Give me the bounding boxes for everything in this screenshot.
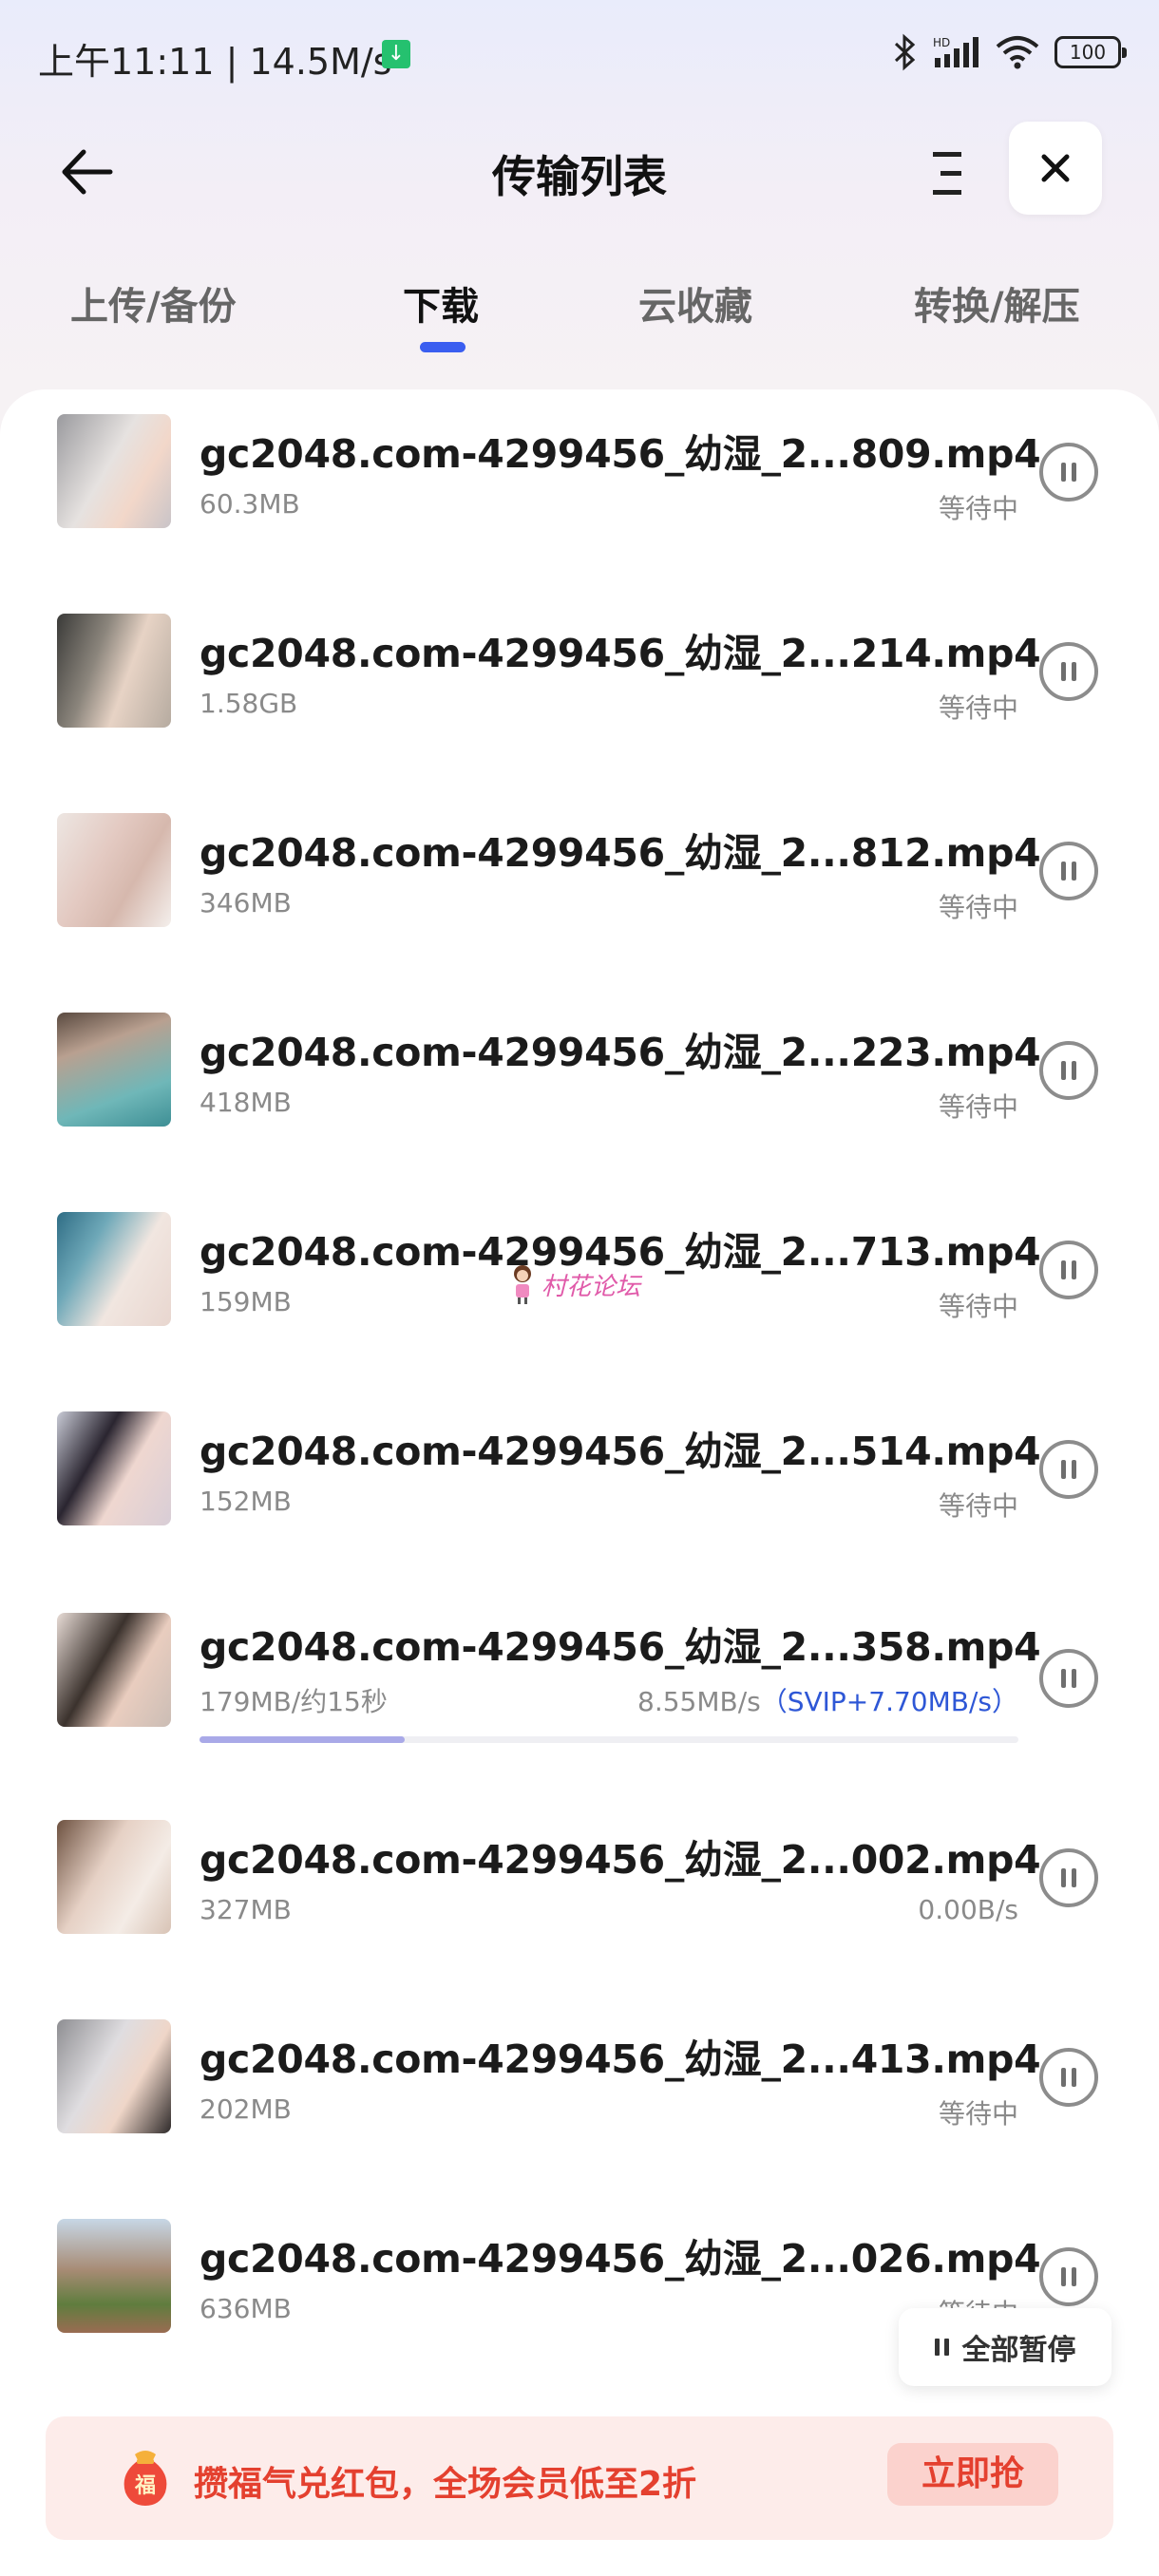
file-size: 159MB <box>200 1286 292 1317</box>
pause-button[interactable] <box>1039 1241 1098 1299</box>
tab-convert-extract[interactable]: 转换/解压 <box>914 275 1080 331</box>
close-icon <box>1041 154 1070 182</box>
download-status: 等待中 <box>938 2098 1018 2130</box>
list-sort-icon <box>933 152 961 195</box>
signal-icon: HD <box>933 36 978 67</box>
pause-button[interactable] <box>1039 642 1098 701</box>
file-size: 60.3MB <box>200 488 300 520</box>
current-speed: 8.55MB/s <box>637 1686 761 1717</box>
avatar-icon <box>514 1265 531 1304</box>
page-title: 传输列表 <box>492 151 667 202</box>
pause-button[interactable] <box>1039 2247 1098 2306</box>
list-item[interactable]: gc2048.com-4299456_幼湿_2...812.mp4 346MB … <box>0 788 1159 988</box>
progress-bar <box>200 1736 1018 1743</box>
pause-button[interactable] <box>1039 842 1098 900</box>
download-status: 等待中 <box>938 1490 1018 1522</box>
download-notification-icon: ↓ <box>382 40 410 68</box>
list-item-downloading[interactable]: gc2048.com-4299456_幼湿_2...358.mp4 179MB/… <box>0 1586 1159 1795</box>
pause-button[interactable] <box>1039 1041 1098 1100</box>
video-thumbnail <box>57 1613 171 1727</box>
pause-button[interactable] <box>1039 1649 1098 1708</box>
download-status: 等待中 <box>938 892 1018 923</box>
video-thumbnail <box>57 813 171 927</box>
grab-now-button[interactable]: 立即抢 <box>887 2443 1058 2506</box>
file-name: gc2048.com-4299456_幼湿_2...223.mp4 <box>200 1030 1041 1075</box>
list-item[interactable]: gc2048.com-4299456_幼湿_2...002.mp4 327MB … <box>0 1795 1159 1995</box>
promo-text: 攒福气兑红包，全场会员低至2折 <box>194 2465 697 2504</box>
file-name: gc2048.com-4299456_幼湿_2...214.mp4 <box>200 631 1041 676</box>
file-size-eta: 179MB/约15秒 <box>200 1686 388 1717</box>
file-size: 202MB <box>200 2093 292 2125</box>
tab-download[interactable]: 下载 <box>403 275 479 331</box>
tab-upload-backup[interactable]: 上传/备份 <box>70 275 237 331</box>
download-speed: 8.55MB/s（SVIP+7.70MB/s） <box>637 1681 1018 1719</box>
list-item[interactable]: gc2048.com-4299456_幼湿_2...223.mp4 418MB … <box>0 988 1159 1187</box>
file-name: gc2048.com-4299456_幼湿_2...026.mp4 <box>200 2236 1041 2282</box>
pause-icon <box>934 2339 949 2356</box>
file-name: gc2048.com-4299456_幼湿_2...812.mp4 <box>200 830 1041 876</box>
file-name: gc2048.com-4299456_幼湿_2...358.mp4 <box>200 1624 1041 1670</box>
svip-speed: （SVIP+7.70MB/s） <box>760 1686 1018 1717</box>
bluetooth-icon <box>894 33 916 71</box>
status-bar: 上午11:11 | 14.5M/s ↓ HD 100 <box>0 0 1159 104</box>
file-name: gc2048.com-4299456_幼湿_2...413.mp4 <box>200 2036 1041 2082</box>
list-item[interactable]: gc2048.com-4299456_幼湿_2...413.mp4 202MB … <box>0 1995 1159 2194</box>
video-thumbnail <box>57 414 171 528</box>
progress-fill <box>200 1736 405 1743</box>
pause-button[interactable] <box>1039 443 1098 502</box>
fortune-bag-icon: 福 <box>124 2451 167 2506</box>
file-size: 636MB <box>200 2293 292 2324</box>
download-status: 等待中 <box>938 493 1018 524</box>
active-tab-indicator <box>420 342 466 352</box>
status-time-speed: 上午11:11 | 14.5M/s <box>38 41 392 83</box>
file-name: gc2048.com-4299456_幼湿_2...514.mp4 <box>200 1429 1041 1474</box>
download-status: 等待中 <box>938 1291 1018 1322</box>
video-thumbnail <box>57 1820 171 1934</box>
file-name: gc2048.com-4299456_幼湿_2...809.mp4 <box>200 431 1041 477</box>
video-thumbnail <box>57 1411 171 1525</box>
tab-cloud-favorites[interactable]: 云收藏 <box>638 275 752 331</box>
download-list: gc2048.com-4299456_幼湿_2...809.mp4 60.3MB… <box>0 389 1159 2576</box>
video-thumbnail <box>57 1212 171 1326</box>
wifi-icon <box>996 36 1039 69</box>
fortune-badge-text: 福 <box>134 2474 156 2498</box>
status-icons: HD 100 <box>893 30 1127 74</box>
header: 传输列表 <box>0 114 1159 228</box>
pause-button[interactable] <box>1039 1440 1098 1499</box>
list-item[interactable]: gc2048.com-4299456_幼湿_2...514.mp4 152MB … <box>0 1387 1159 1586</box>
tab-bar: 上传/备份 下载 云收藏 转换/解压 <box>0 275 1159 361</box>
watermark: 村花论坛 <box>509 1263 640 1305</box>
pause-all-label: 全部暂停 <box>961 2334 1076 2367</box>
video-thumbnail <box>57 614 171 728</box>
download-status: 等待中 <box>938 692 1018 724</box>
file-name: gc2048.com-4299456_幼湿_2...002.mp4 <box>200 1837 1041 1883</box>
network-type-label: HD <box>933 36 950 49</box>
video-thumbnail <box>57 1013 171 1127</box>
pause-button[interactable] <box>1039 2048 1098 2107</box>
sort-menu-button[interactable] <box>920 142 977 203</box>
pause-all-button[interactable]: 全部暂停 <box>899 2308 1112 2386</box>
download-status: 等待中 <box>938 1091 1018 1123</box>
watermark-text: 村花论坛 <box>542 1272 641 1301</box>
close-button[interactable] <box>1009 122 1102 215</box>
video-thumbnail <box>57 2219 171 2333</box>
file-size: 152MB <box>200 1486 292 1517</box>
file-size: 346MB <box>200 887 292 919</box>
pause-button[interactable] <box>1039 1848 1098 1907</box>
file-size: 418MB <box>200 1087 292 1118</box>
download-status: 0.00B/s <box>918 1894 1018 1925</box>
battery-indicator: 100 <box>1054 36 1127 68</box>
promo-banner[interactable]: 福 攒福气兑红包，全场会员低至2折 立即抢 <box>46 2416 1113 2540</box>
file-size: 1.58GB <box>200 688 298 719</box>
list-item[interactable]: gc2048.com-4299456_幼湿_2...809.mp4 60.3MB… <box>0 389 1159 589</box>
file-size: 327MB <box>200 1894 292 1925</box>
video-thumbnail <box>57 2019 171 2133</box>
list-item[interactable]: gc2048.com-4299456_幼湿_2...214.mp4 1.58GB… <box>0 589 1159 788</box>
